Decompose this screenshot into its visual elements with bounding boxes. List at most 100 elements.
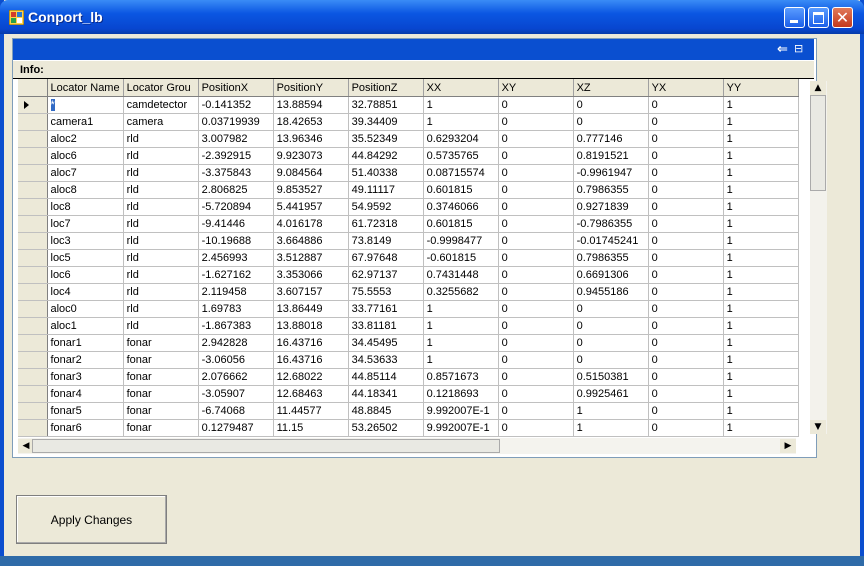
- table-cell[interactable]: 0: [648, 164, 724, 182]
- row-header[interactable]: [18, 249, 48, 267]
- table-cell[interactable]: 1: [723, 351, 799, 369]
- table-cell[interactable]: 12.68463: [273, 385, 349, 403]
- table-row[interactable]: aloc8 rld 2.806825 9.853527 49.11117 0.601815…: [18, 181, 799, 199]
- table-cell[interactable]: 1: [723, 164, 799, 182]
- table-cell[interactable]: 2.942828: [198, 334, 274, 352]
- table-cell[interactable]: 1: [723, 300, 799, 318]
- row-header[interactable]: [18, 232, 48, 250]
- table-cell[interactable]: -5.720894: [198, 198, 274, 216]
- table-cell[interactable]: 0: [648, 96, 724, 114]
- row-header[interactable]: [18, 113, 48, 131]
- pin-icon[interactable]: ⊟: [794, 42, 803, 55]
- table-cell[interactable]: -0.141352: [198, 96, 274, 114]
- table-cell[interactable]: 0: [573, 334, 649, 352]
- table-cell[interactable]: -10.19688: [198, 232, 274, 250]
- table-cell[interactable]: 33.81181: [348, 317, 424, 335]
- table-cell[interactable]: fonar: [123, 334, 199, 352]
- table-row[interactable]: fonar2 fonar -3.06056 16.43716 34.53633 1 0 0 0 1: [18, 351, 799, 369]
- table-cell[interactable]: 0: [498, 198, 574, 216]
- table-cell[interactable]: loc5: [47, 249, 124, 267]
- table-cell[interactable]: 54.9592: [348, 198, 424, 216]
- table-cell[interactable]: 34.53633: [348, 351, 424, 369]
- table-cell[interactable]: 1: [723, 113, 799, 131]
- table-cell[interactable]: aloc1: [47, 317, 124, 335]
- scroll-up-button[interactable]: ▲: [810, 81, 826, 95]
- table-cell[interactable]: 16.43716: [273, 334, 349, 352]
- table-cell[interactable]: -0.01745241: [573, 232, 649, 250]
- table-cell[interactable]: 3.353066: [273, 266, 349, 284]
- column-header[interactable]: PositionX: [198, 79, 274, 97]
- table-row[interactable]: aloc2 rld 3.007982 13.96346 35.52349 0.629320…: [18, 130, 799, 148]
- table-row[interactable]: fonar4 fonar -3.05907 12.68463 44.18341 0.121…: [18, 385, 799, 403]
- row-header[interactable]: [18, 283, 48, 301]
- table-cell[interactable]: fonar: [123, 368, 199, 386]
- column-header[interactable]: YY: [723, 79, 799, 97]
- table-cell[interactable]: 1: [723, 317, 799, 335]
- row-header[interactable]: [18, 181, 48, 199]
- table-cell[interactable]: 0: [498, 385, 574, 403]
- table-cell[interactable]: fonar: [123, 402, 199, 420]
- table-cell[interactable]: 0: [648, 266, 724, 284]
- table-cell[interactable]: 0.6293204: [423, 130, 499, 148]
- table-cell[interactable]: 0: [648, 317, 724, 335]
- table-cell[interactable]: 1.69783: [198, 300, 274, 318]
- table-cell[interactable]: 0.8191521: [573, 147, 649, 165]
- table-row[interactable]: fonar1 fonar 2.942828 16.43716 34.45495 1 0 0 0 1: [18, 334, 799, 352]
- row-header[interactable]: [18, 385, 48, 403]
- table-cell[interactable]: rld: [123, 215, 199, 233]
- table-cell[interactable]: fonar2: [47, 351, 124, 369]
- table-cell[interactable]: 0.7986355: [573, 249, 649, 267]
- table-cell[interactable]: rld: [123, 317, 199, 335]
- table-cell[interactable]: -1.867383: [198, 317, 274, 335]
- table-cell[interactable]: rld: [123, 147, 199, 165]
- table-cell[interactable]: 1: [423, 113, 499, 131]
- close-button[interactable]: ✕: [832, 7, 853, 28]
- table-cell[interactable]: 0.1279487: [198, 419, 274, 437]
- table-cell[interactable]: 3.512887: [273, 249, 349, 267]
- table-cell[interactable]: 11.15: [273, 419, 349, 437]
- table-cell[interactable]: rld: [123, 266, 199, 284]
- row-header[interactable]: [18, 351, 48, 369]
- table-cell[interactable]: 0: [573, 317, 649, 335]
- table-cell[interactable]: rld: [123, 249, 199, 267]
- maximize-button[interactable]: [808, 7, 829, 28]
- table-cell[interactable]: 0: [498, 351, 574, 369]
- column-header[interactable]: YX: [648, 79, 724, 97]
- table-cell[interactable]: 0: [498, 419, 574, 437]
- table-cell[interactable]: 1: [723, 96, 799, 114]
- table-row[interactable]: aloc7 rld -3.375843 9.084564 51.40338 0.08715…: [18, 164, 799, 182]
- table-row[interactable]: loc7 rld -9.41446 4.016178 61.72318 0.601815 0…: [18, 215, 799, 233]
- table-cell[interactable]: 0: [573, 96, 649, 114]
- table-cell[interactable]: *: [47, 96, 124, 114]
- table-cell[interactable]: -3.375843: [198, 164, 274, 182]
- table-cell[interactable]: -9.41446: [198, 215, 274, 233]
- table-cell[interactable]: 0: [648, 147, 724, 165]
- title-bar[interactable]: Conport_lb ✕: [0, 0, 864, 34]
- table-cell[interactable]: 1: [723, 147, 799, 165]
- table-cell[interactable]: 44.85114: [348, 368, 424, 386]
- row-header[interactable]: [18, 96, 48, 114]
- table-row[interactable]: loc8 rld -5.720894 5.441957 54.9592 0.3746066…: [18, 198, 799, 216]
- table-cell[interactable]: 16.43716: [273, 351, 349, 369]
- table-cell[interactable]: -2.392915: [198, 147, 274, 165]
- row-header[interactable]: [18, 164, 48, 182]
- table-cell[interactable]: rld: [123, 232, 199, 250]
- table-cell[interactable]: 0: [498, 368, 574, 386]
- table-cell[interactable]: loc3: [47, 232, 124, 250]
- table-cell[interactable]: 1: [723, 368, 799, 386]
- table-cell[interactable]: -0.9961947: [573, 164, 649, 182]
- table-cell[interactable]: camera: [123, 113, 199, 131]
- back-arrow-icon[interactable]: ⇐: [777, 42, 788, 57]
- table-cell[interactable]: 1: [723, 419, 799, 437]
- table-cell[interactable]: 9.084564: [273, 164, 349, 182]
- table-cell[interactable]: 0.03719939: [198, 113, 274, 131]
- table-cell[interactable]: 1: [573, 419, 649, 437]
- table-cell[interactable]: 0: [573, 351, 649, 369]
- table-cell[interactable]: 0: [498, 232, 574, 250]
- table-cell[interactable]: rld: [123, 283, 199, 301]
- table-cell[interactable]: 34.45495: [348, 334, 424, 352]
- scroll-down-button[interactable]: ▼: [810, 420, 826, 434]
- table-cell[interactable]: 1: [423, 317, 499, 335]
- table-cell[interactable]: 75.5553: [348, 283, 424, 301]
- table-cell[interactable]: 0: [573, 113, 649, 131]
